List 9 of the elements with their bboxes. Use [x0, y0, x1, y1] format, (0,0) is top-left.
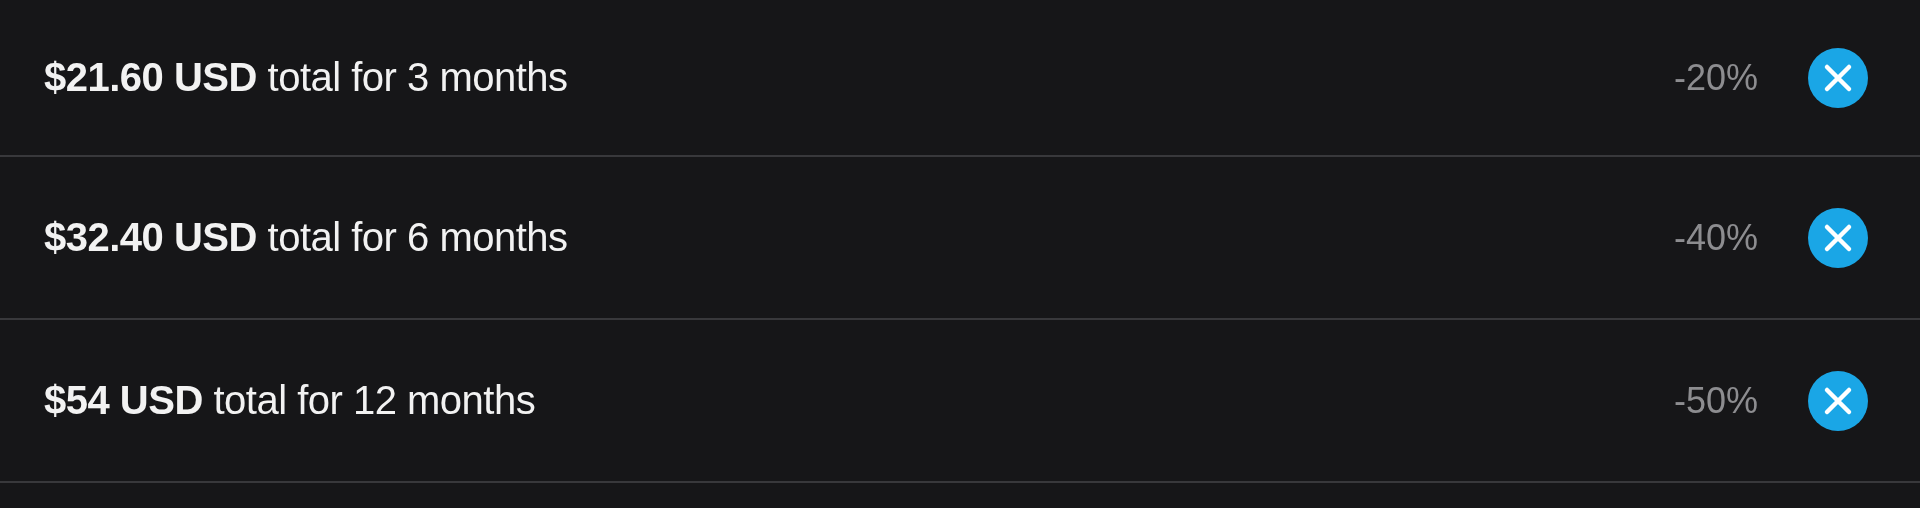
discount-label: -40%	[1673, 216, 1758, 259]
bundle-label: $54 USD total for 12 months	[44, 378, 537, 423]
close-icon[interactable]	[1808, 207, 1868, 268]
close-icon[interactable]	[1808, 370, 1868, 431]
discount-label: -20%	[1673, 56, 1758, 99]
bundle-label: $32.40 USD total for 6 months	[44, 215, 569, 260]
bundle-label: $21.60 USD total for 3 months	[44, 55, 569, 100]
close-icon[interactable]	[1808, 47, 1868, 108]
discount-label: -50%	[1673, 379, 1758, 422]
